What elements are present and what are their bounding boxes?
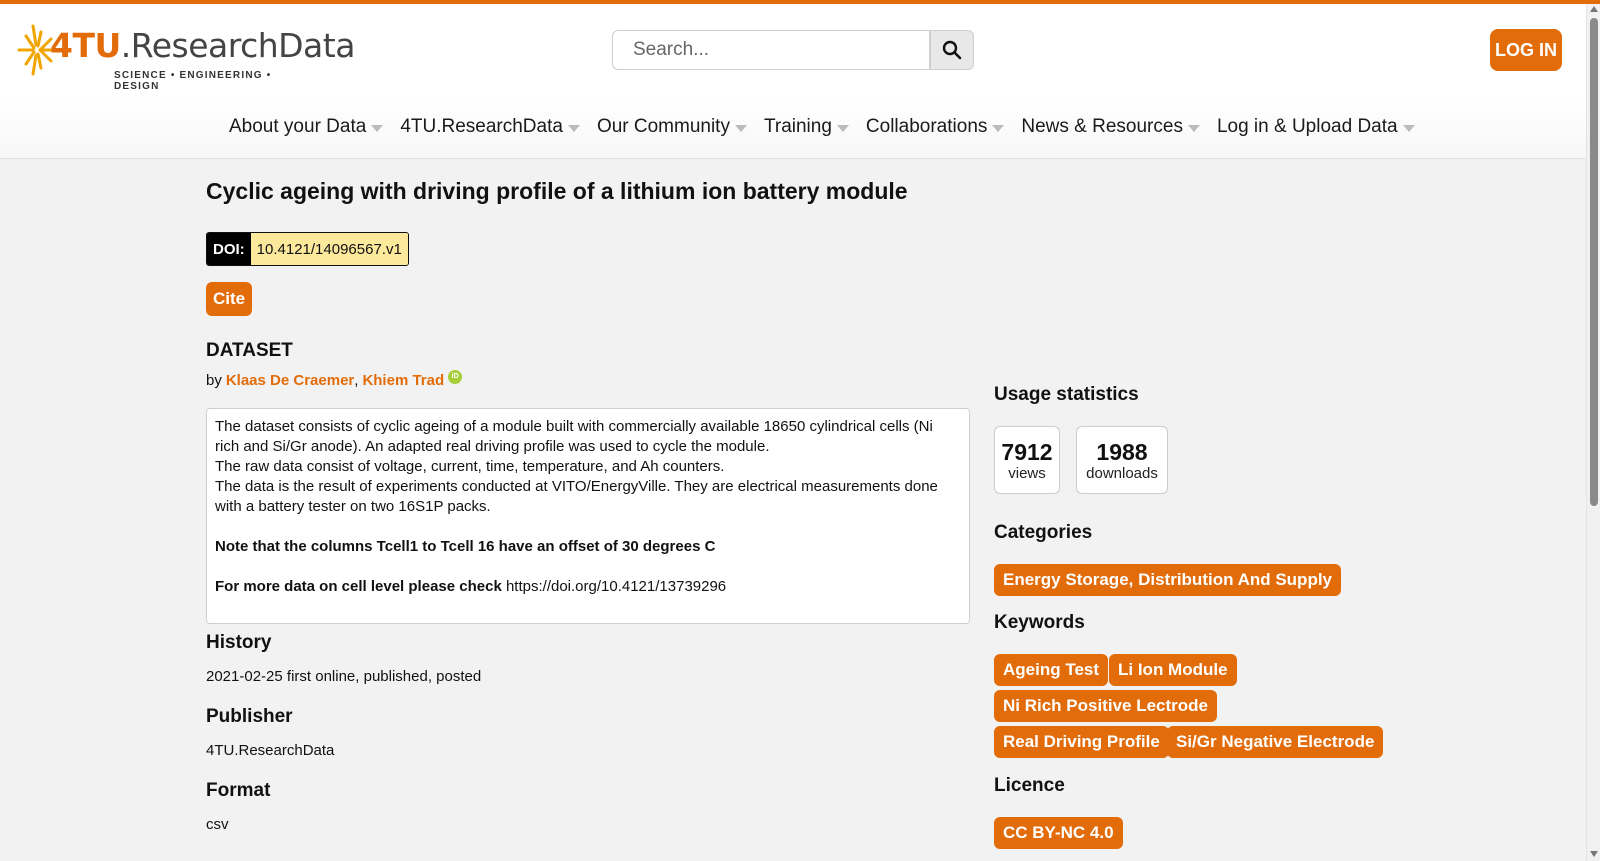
more-data-link[interactable]: https://doi.org/10.4121/13739296	[506, 578, 726, 595]
chevron-down-icon	[1402, 124, 1415, 132]
nav-item-4tu-researchdata[interactable]: 4TU.ResearchData	[400, 116, 580, 138]
site-header: 4TU.ResearchData SCIENCE • ENGINEERING •…	[0, 4, 1586, 159]
nav-item-label: Training	[763, 116, 832, 137]
format-value: csv	[206, 816, 229, 833]
description-paragraph: The dataset consists of cyclic ageing of…	[215, 418, 933, 455]
logo-accent-text: 4TU	[50, 26, 121, 65]
nav-item-training[interactable]: Training	[764, 116, 849, 138]
scrollbar-thumb[interactable]	[1590, 18, 1598, 506]
author-link[interactable]: Klaas De Craemer	[226, 372, 354, 389]
nav-item-label: News & Resources	[1021, 116, 1183, 137]
logo-rest-text: .ResearchData	[120, 26, 356, 65]
dataset-description: The dataset consists of cyclic ageing of…	[206, 408, 970, 624]
author-byline: by Klaas De Craemer, Khiem Trad iD	[206, 369, 463, 389]
category-tag[interactable]: Energy Storage, Distribution And Supply	[994, 564, 1342, 596]
nav-item-our-community[interactable]: Our Community	[597, 116, 747, 138]
nav-item-news-resources[interactable]: News & Resources	[1021, 116, 1200, 138]
nav-item-label: Log in & Upload Data	[1216, 116, 1398, 137]
chevron-down-icon	[371, 124, 384, 132]
keyword-tag[interactable]: Real Driving Profile	[994, 726, 1169, 758]
downloads-count: 1988	[1096, 438, 1148, 465]
logo-tagline: SCIENCE • ENGINEERING • DESIGN	[114, 70, 272, 92]
chevron-down-icon	[567, 124, 580, 132]
search-bar	[612, 30, 974, 72]
format-heading: Format	[206, 780, 271, 801]
usage-statistics-heading: Usage statistics	[994, 384, 1139, 405]
nav-item-label: Our Community	[596, 116, 730, 137]
keyword-tag[interactable]: Li Ion Module	[1109, 654, 1237, 686]
logo-wordmark: 4TU.ResearchData	[50, 26, 355, 65]
downloads-label: downloads	[1086, 464, 1158, 482]
login-button[interactable]: LOG IN	[1490, 29, 1562, 71]
views-label: views	[1008, 464, 1046, 482]
cite-button[interactable]: Cite	[206, 282, 252, 316]
doi-label: DOI:	[207, 233, 251, 265]
views-count: 7912	[1001, 438, 1053, 465]
nav-item-collaborations[interactable]: Collaborations	[865, 116, 1005, 138]
page-title: Cyclic ageing with driving profile of a …	[206, 178, 908, 204]
dataset-type-label: DATASET	[206, 340, 293, 361]
description-note: Note that the columns Tcell1 to Tcell 16…	[215, 537, 961, 557]
keyword-tag[interactable]: Ni Rich Positive Lectrode	[994, 690, 1217, 722]
vertical-scrollbar[interactable]	[1586, 4, 1600, 861]
scroll-up-arrow-icon[interactable]	[1590, 6, 1598, 12]
search-button[interactable]	[930, 30, 974, 70]
by-prefix: by	[206, 372, 222, 389]
author-separator: ,	[354, 372, 359, 389]
description-paragraph: The raw data consist of voltage, current…	[215, 458, 725, 475]
nav-item-login-upload[interactable]: Log in & Upload Data	[1217, 116, 1415, 138]
description-more: For more data on cell level please check…	[215, 577, 961, 597]
keywords-heading: Keywords	[994, 612, 1085, 633]
nav-item-label: Collaborations	[865, 116, 988, 137]
search-icon	[942, 40, 962, 60]
nav-item-label: About your Data	[229, 116, 367, 137]
nav-item-about-your-data[interactable]: About your Data	[229, 116, 384, 138]
author-link[interactable]: Khiem Trad	[362, 372, 444, 389]
chevron-down-icon	[992, 124, 1005, 132]
scroll-down-arrow-icon[interactable]	[1590, 851, 1598, 857]
main-nav: About your Data 4TU.ResearchData Our Com…	[229, 116, 1415, 138]
doi-badge[interactable]: DOI: 10.4121/14096567.v1	[206, 232, 409, 266]
licence-tag[interactable]: CC BY-NC 4.0	[994, 817, 1123, 849]
offset-note: Note that the columns Tcell1 to Tcell 16…	[215, 538, 716, 555]
categories-heading: Categories	[994, 522, 1093, 543]
description-paragraph: The data is the result of experiments co…	[215, 478, 938, 515]
doi-value: 10.4121/14096567.v1	[250, 233, 408, 265]
licence-heading: Licence	[994, 775, 1065, 796]
nav-item-label: 4TU.ResearchData	[400, 116, 563, 137]
history-value: 2021-02-25 first online, published, post…	[206, 668, 482, 685]
site-logo[interactable]: 4TU.ResearchData SCIENCE • ENGINEERING •…	[14, 18, 355, 92]
orcid-icon[interactable]: iD	[448, 369, 463, 384]
keyword-tag[interactable]: Ageing Test	[994, 654, 1109, 686]
publisher-heading: Publisher	[206, 706, 293, 727]
history-heading: History	[206, 632, 272, 653]
more-data-prefix: For more data on cell level please check	[215, 578, 502, 595]
views-stat: 7912 views	[994, 426, 1060, 494]
chevron-down-icon	[734, 124, 747, 132]
search-input[interactable]	[612, 30, 930, 70]
publisher-value: 4TU.ResearchData	[206, 742, 335, 759]
downloads-stat: 1988 downloads	[1076, 426, 1168, 494]
chevron-down-icon	[836, 124, 849, 132]
keyword-tag[interactable]: Si/Gr Negative Electrode	[1167, 726, 1384, 758]
chevron-down-icon	[1187, 124, 1200, 132]
